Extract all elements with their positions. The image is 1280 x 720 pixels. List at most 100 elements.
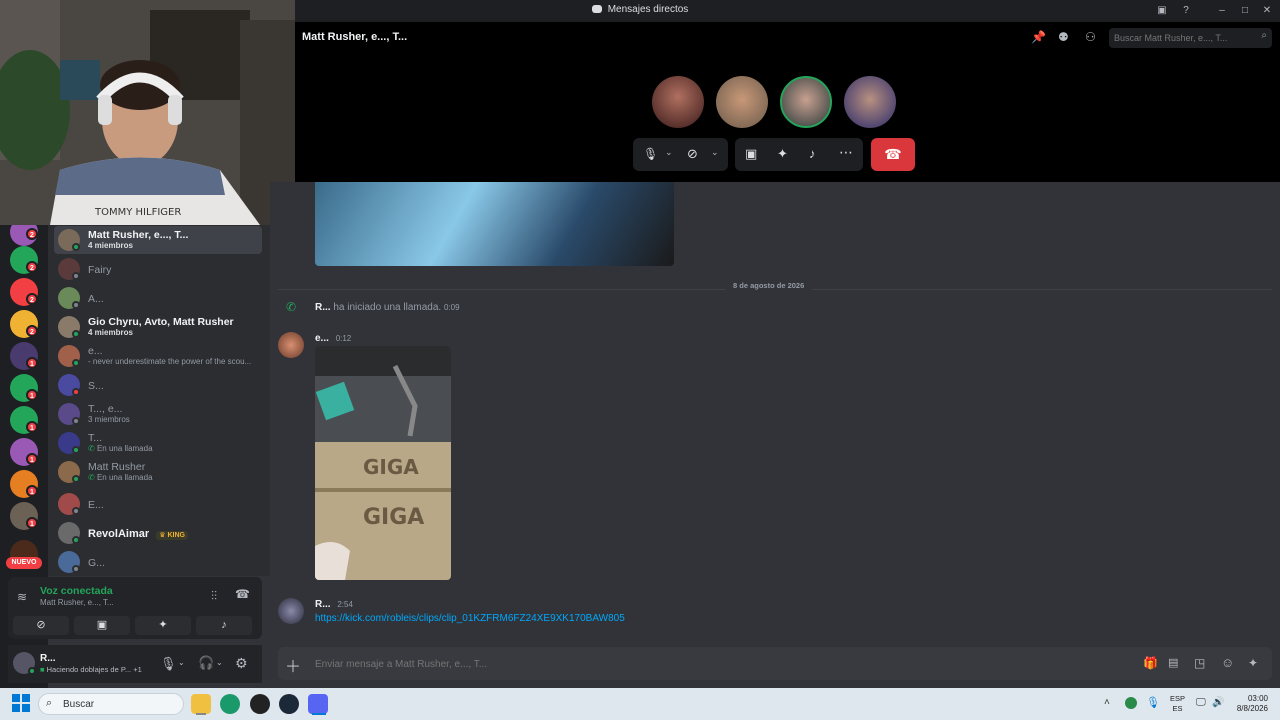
screen-share-button[interactable]: ▣ [74,616,130,635]
chevron-up-icon[interactable]: ˄ [1104,697,1110,708]
inbox-icon[interactable]: ▣ [1154,3,1170,19]
date-divider: 8 de agosto de 2026 [725,281,813,290]
chevron-down-icon[interactable]: ⌄ [711,147,719,158]
windows-start-icon[interactable] [12,694,30,712]
search-input[interactable] [1114,31,1249,45]
message-input[interactable] [315,656,1015,672]
participant-avatar[interactable] [844,76,896,128]
add-friends-icon[interactable]: ⚉ [1058,30,1069,44]
webcam-overlay: TOMMY HILFIGER [0,0,295,225]
dm-item[interactable]: Matt Rusher, e..., T... 4 miembros [54,226,262,254]
more-options-icon[interactable]: ⋯ [839,144,853,161]
author-name[interactable]: R... [315,302,331,313]
chevron-down-icon[interactable]: ⌄ [178,658,185,667]
steam-icon[interactable] [279,694,299,714]
status-offline-icon [72,301,80,309]
dm-item[interactable]: T... ✆ En una llamada [54,429,262,457]
add-attachment-icon[interactable]: ＋ [285,653,301,677]
maximize-button[interactable]: □ [1237,3,1253,19]
dm-item[interactable]: E... [54,490,262,518]
discord-icon[interactable] [308,694,328,714]
dm-item[interactable]: A... [54,284,262,312]
microphone-icon[interactable]: 🎙 [643,147,658,161]
pin-icon[interactable]: 📌 [1031,30,1046,44]
activities-icon[interactable]: ✦ [777,146,788,162]
camera-off-icon[interactable]: ⊘ [687,146,698,162]
tray-app-icon[interactable] [1125,697,1137,709]
network-icon[interactable]: 🖵 [1196,697,1206,708]
apps-icon[interactable]: ✦ [1248,656,1258,670]
clock[interactable]: 03:00 8/8/2026 [1232,694,1268,714]
camera-off-icon: ⊘ [36,619,46,631]
soundboard-icon[interactable]: ♪ [809,146,816,161]
volume-icon[interactable]: 🔊 [1212,697,1224,708]
dm-subtext: ✆ En una llamada [88,473,153,482]
chevron-down-icon[interactable]: ⌄ [216,658,223,667]
settings-gear-icon[interactable]: ⚙ [235,655,248,672]
image-attachment[interactable] [315,182,674,266]
gift-icon[interactable]: 🎁 [1143,656,1158,670]
hangup-button[interactable]: ☎ [871,138,915,171]
author-name[interactable]: e... [315,333,329,344]
chevron-down-icon[interactable]: ⌄ [665,147,673,158]
status-online-icon [72,243,80,251]
microphone-tray-icon[interactable]: 🎙 [1146,696,1160,709]
signal-icon[interactable]: ≋ [17,590,27,604]
unread-badge: 2 [26,261,38,273]
edge-browser-icon[interactable] [220,694,240,714]
hangup-icon: ☎ [884,146,902,162]
author-avatar[interactable] [278,598,304,624]
search-icon: ⌕ [1261,30,1267,41]
minimize-button[interactable]: – [1214,3,1230,19]
disconnect-icon[interactable]: ☎ [235,587,250,601]
member-list-icon[interactable]: ⚇ [1085,30,1096,44]
camera-off-button[interactable]: ⊘ [13,616,69,635]
dm-name: A... [88,293,104,305]
status-online-icon [72,446,80,454]
dm-item[interactable]: T..., e... 3 miembros [54,400,262,428]
dm-item[interactable]: G... [54,548,262,576]
dm-item[interactable]: Gio Chyru, Avto, Matt Rusher 4 miembros [54,313,262,341]
user-activity: ■ Haciendo doblajes de P... +1 [40,665,142,674]
chrome-icon[interactable] [250,694,270,714]
dm-item[interactable]: e... - never underestimate the power of … [54,342,262,370]
microphone-icon[interactable]: 🎙 [160,656,177,672]
voice-status[interactable]: Voz conectada [40,585,113,597]
gif-icon[interactable]: ▤ [1168,656,1178,669]
timestamp: 0:09 [443,303,460,312]
activities-button[interactable]: ✦ [135,616,191,635]
participant-avatar[interactable] [716,76,768,128]
headphones-icon[interactable]: 🎧 [198,655,214,671]
file-explorer-icon[interactable] [191,694,211,714]
help-icon[interactable]: ? [1178,3,1194,19]
dm-item[interactable]: Matt Rusher ✆ En una llamada [54,458,262,486]
timestamp: 0:12 [335,334,352,343]
voice-channel[interactable]: Matt Rusher, e..., T... [40,598,114,607]
author-name[interactable]: R... [315,599,331,610]
search-box[interactable]: ⌕ [1109,28,1272,48]
photo-attachment[interactable]: GIGA GIGA [315,346,451,580]
noise-suppression-icon[interactable]: ⫶⫶ [211,589,217,604]
message-link[interactable]: https://kick.com/robleis/clips/clip_01KZ… [315,613,625,624]
soundboard-icon: ♪ [221,619,227,631]
screen-share-icon: ▣ [96,619,108,631]
unread-badge: 1 [26,453,38,465]
unread-badge: 2 [26,293,38,305]
close-button[interactable]: ✕ [1259,3,1275,19]
dm-name: E... [88,499,104,511]
participant-avatar[interactable] [652,76,704,128]
dm-item[interactable]: Fairy [54,255,262,283]
sticker-icon[interactable]: ◳ [1194,656,1205,670]
language-indicator[interactable]: ESP ES [1170,694,1185,714]
emoji-icon[interactable]: ☺ [1221,655,1234,670]
soundboard-button[interactable]: ♪ [196,616,252,635]
taskbar-search[interactable]: ⌕ Buscar [38,693,184,715]
participant-avatar-speaking[interactable] [780,76,832,128]
user-name[interactable]: R... [40,653,56,664]
screen-share-icon[interactable]: ▣ [745,146,757,162]
dm-item[interactable]: S... [54,371,262,399]
author-avatar[interactable] [278,332,304,358]
status-online-icon [72,536,80,544]
taskbar-indicator [196,713,206,715]
dm-item[interactable]: RevolAimar ♛ KING [54,519,262,547]
